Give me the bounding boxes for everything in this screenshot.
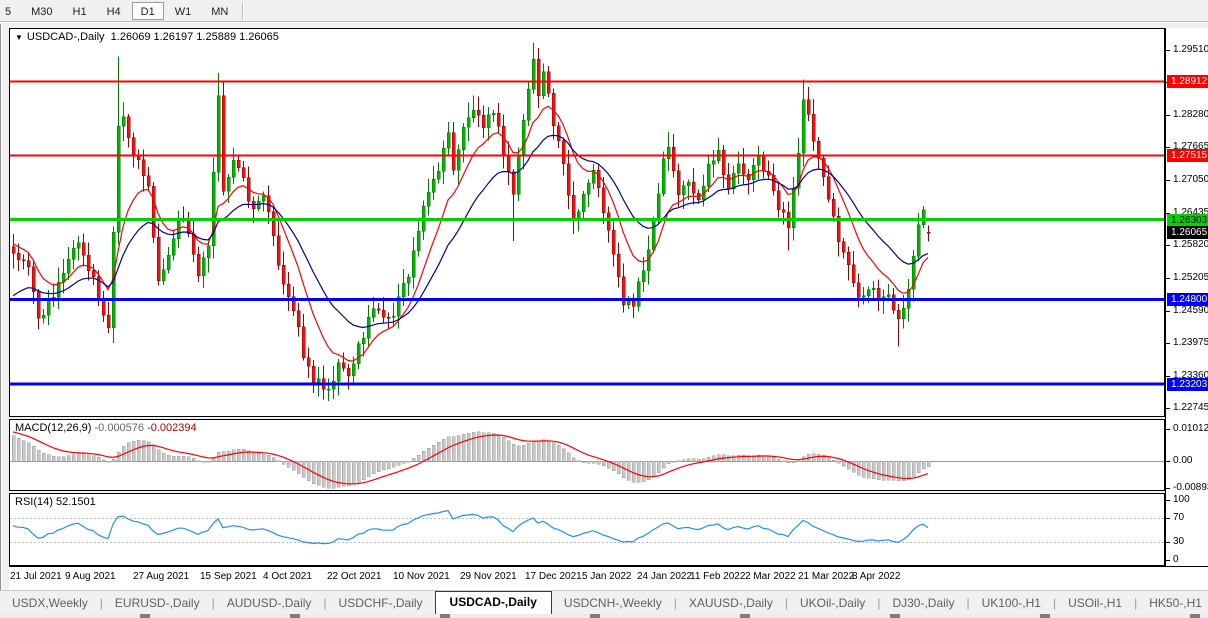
macd-value-main: -0.000576: [94, 422, 145, 434]
date-axis-label: 15 Sep 2021: [200, 571, 257, 582]
date-axis-label: 24 Jan 2022: [637, 571, 693, 582]
price-tick-label: 1.28280: [1173, 109, 1208, 120]
time-axis: 21 Jul 2021 9 Aug 2021 27 Aug 2021 15 Sep 2…: [9, 566, 1208, 590]
price-tick-mark: [1166, 245, 1170, 246]
collapse-caret-icon[interactable]: ▼: [15, 33, 23, 42]
chart-tab-usdcnh[interactable]: USDCNH-,Weekly: [552, 593, 674, 614]
current-price-badge: 1.26065: [1167, 226, 1208, 239]
rsi-value: 52.1501: [55, 496, 96, 508]
price-tick-label: 1.23975: [1173, 337, 1208, 348]
date-axis-label: 17 Dec 2021: [525, 571, 582, 582]
date-axis-label: 11 Feb 2022: [690, 571, 746, 582]
rsi-label-row: RSI(14) 52.1501: [15, 496, 96, 508]
date-axis-label: 21 Jul 2021: [10, 571, 62, 582]
price-tick-mark: [1166, 180, 1170, 181]
chart-tab-ukoil[interactable]: UKOil-,Daily: [788, 593, 877, 614]
rsi-tick-mark: [1166, 542, 1170, 543]
rsi-tick-label: 70: [1173, 512, 1185, 523]
date-axis-label: 27 Aug 2021: [133, 571, 190, 582]
rsi-label: RSI(14): [15, 496, 53, 508]
price-tick-label: 1.27050: [1173, 174, 1208, 185]
timeframe-button-w1[interactable]: W1: [166, 2, 201, 20]
window-bottom-edge: [0, 614, 1208, 618]
price-tick-label: 1.25820: [1173, 239, 1208, 250]
price-line-badge: 1.28912: [1167, 75, 1208, 88]
price-tick-mark: [1166, 50, 1170, 51]
rsi-tick-label: 30: [1173, 536, 1185, 547]
macd-tick-mark: [1166, 488, 1170, 489]
price-line-badge: 1.27515: [1167, 149, 1208, 162]
chart-tab-usdx[interactable]: USDX,Weekly: [0, 593, 100, 614]
macd-tick-mark: [1166, 461, 1170, 462]
date-axis-label: 9 Aug 2021: [65, 571, 116, 582]
rsi-tick-mark: [1166, 518, 1170, 519]
macd-label: MACD(12,26,9): [15, 422, 92, 434]
rsi-tick-mark: [1166, 500, 1170, 501]
rsi-plot[interactable]: [10, 494, 1164, 565]
date-axis-label: 5 Jan 2022: [582, 571, 632, 582]
price-tick-label: 1.22745: [1173, 402, 1208, 413]
chart-tab-usdcad[interactable]: USDCAD-,Daily: [434, 591, 552, 614]
price-tick-mark: [1166, 115, 1170, 116]
date-axis-label: 10 Nov 2021: [393, 571, 450, 582]
timeframe-button-5[interactable]: 5: [0, 2, 20, 20]
rsi-indicator-pane[interactable]: RSI(14) 52.1501: [9, 493, 1165, 566]
macd-tick-label: 0.00: [1173, 455, 1193, 466]
timeframe-button-d1[interactable]: D1: [131, 1, 164, 20]
date-axis-label: 22 Oct 2021: [327, 571, 382, 582]
rsi-tick-label: 0: [1173, 554, 1179, 565]
timeframe-button-h4[interactable]: H4: [98, 2, 130, 20]
date-axis-label: 2 Mar 2022: [745, 571, 796, 582]
macd-tick-mark: [1166, 429, 1170, 430]
macd-tick-label: -0.00893: [1173, 482, 1208, 493]
timeframe-button-h1[interactable]: H1: [64, 2, 96, 20]
timeframe-toolbar: 5 M30 H1 H4 D1 W1 MN: [0, 0, 1208, 22]
date-axis-label: 4 Oct 2021: [263, 571, 312, 582]
macd-label-row: MACD(12,26,9) -0.000576 -0.002394: [15, 422, 197, 434]
price-tick-label: 1.24590: [1173, 305, 1208, 316]
chart-window: ▼ USDCAD-,Daily 1.26069 1.26197 1.25889 1…: [0, 24, 1208, 590]
chart-tab-usdchf[interactable]: USDCHF-,Daily: [327, 593, 435, 614]
price-tick-mark: [1166, 311, 1170, 312]
chart-tab-eurusd[interactable]: EURUSD-,Daily: [103, 593, 212, 614]
timeframe-button-m30[interactable]: M30: [22, 2, 61, 20]
price-line-badge: 1.24800: [1167, 293, 1208, 306]
toolbar-separator: [242, 1, 245, 20]
date-axis-label: 8 Apr 2022: [852, 571, 901, 582]
price-tick-label: 1.25205: [1173, 272, 1208, 283]
chart-symbol-label: USDCAD-,Daily: [26, 31, 105, 43]
chart-tab-dj30[interactable]: DJ30-,Daily: [880, 593, 966, 614]
chart-tab-bar: USDX,Weekly | EURUSD-,Daily | AUDUSD-,Daily |…: [0, 590, 1208, 614]
chart-title: ▼ USDCAD-,Daily 1.26069 1.26197 1.25889 1…: [15, 31, 279, 43]
price-tick-mark: [1166, 278, 1170, 279]
chart-tab-audusd[interactable]: AUDUSD-,Daily: [215, 593, 324, 614]
timeframe-button-mn[interactable]: MN: [202, 2, 237, 20]
trading-app-window: 5 M30 H1 H4 D1 W1 MN ▼ USDCAD-,Daily 1.26069 1.…: [0, 0, 1208, 618]
price-tick-mark: [1166, 343, 1170, 344]
macd-indicator-pane[interactable]: MACD(12,26,9) -0.000576 -0.002394: [9, 419, 1165, 491]
price-chart-pane[interactable]: ▼ USDCAD-,Daily 1.26069 1.26197 1.25889 1…: [9, 28, 1165, 417]
candlestick-plot[interactable]: [10, 29, 1164, 416]
price-tick-mark: [1166, 147, 1170, 148]
chart-tab-xauusd[interactable]: XAUUSD-,Daily: [677, 593, 785, 614]
rsi-tick-mark: [1166, 560, 1170, 561]
macd-tick-label: 0.010127: [1173, 423, 1208, 434]
macd-value-signal: -0.002394: [147, 422, 197, 434]
price-tick-label: 1.29510: [1173, 44, 1208, 55]
price-tick-mark: [1166, 408, 1170, 409]
price-axis: 1.295101.288951.282801.276651.270501.264…: [1165, 28, 1208, 566]
chart-tab-uk100[interactable]: UK100-,H1: [970, 593, 1053, 614]
price-line-badge: 1.23203: [1167, 378, 1208, 391]
chart-tab-hk50[interactable]: HK50-,H1: [1137, 593, 1208, 614]
price-tick-mark: [1166, 376, 1170, 377]
date-axis-label: 29 Nov 2021: [460, 571, 517, 582]
chart-tab-usoil[interactable]: USOil-,H1: [1056, 593, 1134, 614]
chart-ohlc-values: 1.26069 1.26197 1.25889 1.26065: [110, 31, 279, 43]
rsi-tick-label: 100: [1173, 494, 1190, 505]
date-axis-label: 21 Mar 2022: [798, 571, 855, 582]
